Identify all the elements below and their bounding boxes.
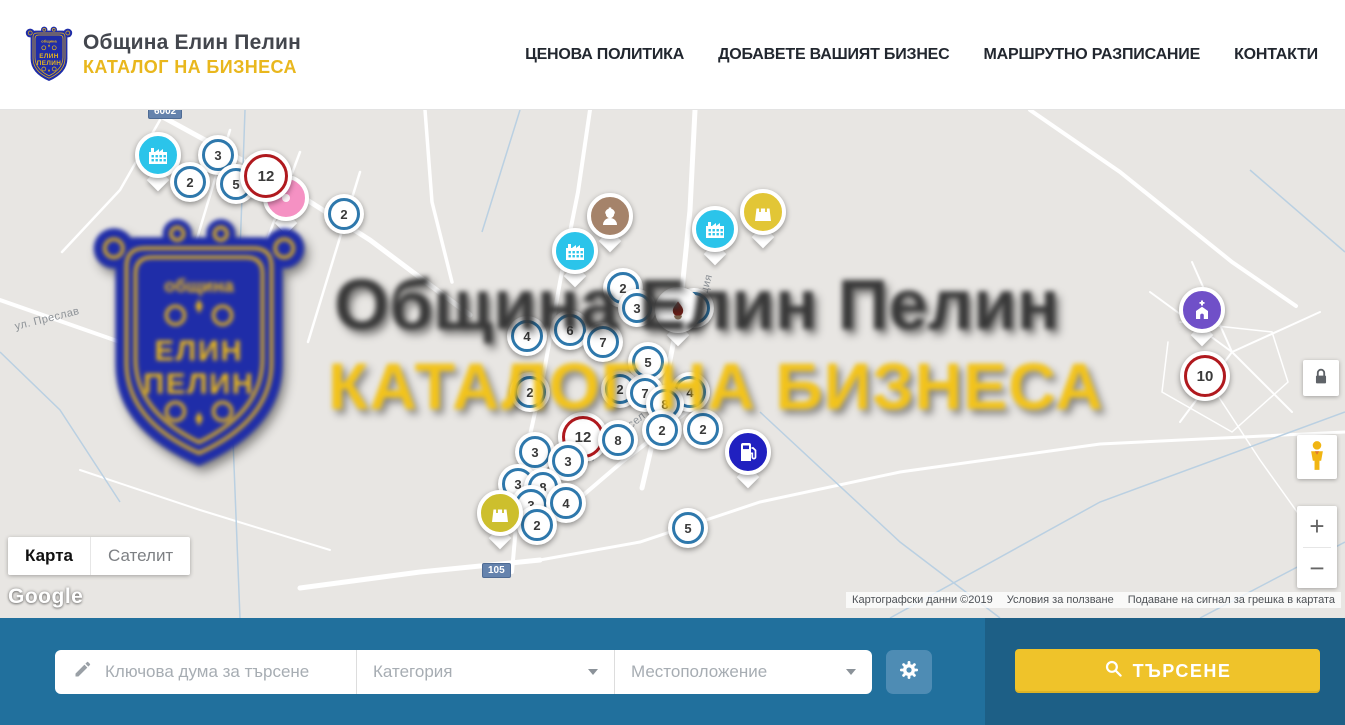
map-data-copyright: Картографски данни ©2019: [852, 594, 993, 606]
map-marker-pin-bag[interactable]: [477, 490, 523, 536]
map-marker-pin-factory[interactable]: [692, 206, 738, 252]
terms-of-use-link[interactable]: Условия за ползване: [1007, 594, 1114, 606]
zoom-in-button[interactable]: +: [1297, 506, 1337, 547]
advanced-settings-button[interactable]: [886, 650, 932, 694]
google-map[interactable]: 6002105ул. Преславбул. „Новоселция325122…: [0, 110, 1345, 618]
gear-icon: [897, 658, 921, 685]
map-marker-cluster[interactable]: 2: [510, 372, 550, 412]
search-bar: Категория Местоположение ТЪРСЕНЕ: [0, 618, 1345, 725]
site-subtitle: КАТАЛОГ НА БИЗНЕСА: [83, 57, 301, 78]
map-marker-cluster[interactable]: 7: [583, 322, 623, 362]
map-marker-cluster[interactable]: 2: [324, 194, 364, 234]
search-icon: [1104, 659, 1123, 683]
map-marker-cluster[interactable]: 10: [1180, 351, 1230, 401]
map-marker-pin-bag[interactable]: [740, 189, 786, 235]
nav-route-schedule[interactable]: МАРШРУТНО РАЗПИСАНИЕ: [984, 46, 1201, 64]
map-marker-cluster[interactable]: 2: [642, 410, 682, 450]
keyword-field-wrap: [55, 650, 356, 694]
map-attribution: Картографски данни ©2019 Условия за полз…: [846, 592, 1341, 608]
chevron-down-icon: [846, 669, 856, 675]
map-marker-cluster[interactable]: 5: [668, 508, 708, 548]
category-select[interactable]: Категория: [356, 650, 614, 694]
map-marker-cluster[interactable]: 12: [240, 150, 292, 202]
map-type-satellite-button[interactable]: Сателит: [90, 537, 190, 575]
municipality-crest-logo: община ЕЛИН ПЕЛИН: [25, 24, 73, 86]
nav-pricing-policy[interactable]: ЦЕНОВА ПОЛИТИКА: [525, 46, 684, 64]
lock-icon: [1310, 366, 1332, 391]
search-button-label: ТЪРСЕНЕ: [1133, 661, 1232, 682]
map-marker-cluster[interactable]: 3: [618, 289, 656, 327]
map-marker-cluster[interactable]: 8: [598, 420, 638, 460]
map-marker-cluster[interactable]: 2: [170, 162, 210, 202]
map-marker-pin-church[interactable]: [1179, 287, 1225, 333]
chevron-down-icon: [588, 669, 598, 675]
site-title: Община Елин Пелин: [83, 31, 301, 55]
site-header: община ЕЛИН ПЕЛИН Община Елин Пелин КАТА…: [0, 0, 1345, 110]
nav-contacts[interactable]: КОНТАКТИ: [1234, 46, 1318, 64]
search-input-group: Категория Местоположение: [55, 650, 872, 694]
report-map-error-link[interactable]: Подаване на сигнал за грешка в картата: [1128, 594, 1335, 606]
search-submit-button[interactable]: ТЪРСЕНЕ: [1015, 649, 1320, 693]
location-select[interactable]: Местоположение: [614, 650, 872, 694]
map-type-map-button[interactable]: Карта: [8, 537, 90, 575]
street-view-pegman-button[interactable]: [1297, 435, 1337, 479]
svg-text:община: община: [41, 38, 57, 43]
pegman-icon: [1304, 440, 1330, 475]
svg-text:ЕЛИН: ЕЛИН: [39, 52, 59, 59]
svg-text:ПЕЛИН: ПЕЛИН: [37, 60, 62, 67]
google-logo[interactable]: Google: [8, 585, 83, 609]
map-marker-cluster[interactable]: 2: [517, 505, 557, 545]
zoom-out-button[interactable]: −: [1297, 548, 1337, 589]
lock-control-button[interactable]: [1303, 360, 1339, 396]
keyword-search-input[interactable]: [105, 662, 342, 682]
nav-add-your-business[interactable]: ДОБАВЕТЕ ВАШИЯТ БИЗНЕС: [718, 46, 949, 64]
map-marker-layer: 325122235647522748221283338342510: [0, 110, 1345, 618]
zoom-control: + −: [1297, 506, 1337, 588]
brand[interactable]: община ЕЛИН ПЕЛИН Община Елин Пелин КАТА…: [25, 24, 301, 86]
location-select-value: Местоположение: [631, 662, 767, 682]
map-marker-pin-flame[interactable]: [655, 287, 701, 333]
map-marker-pin-factory[interactable]: [552, 228, 598, 274]
map-marker-cluster[interactable]: 2: [683, 409, 723, 449]
map-marker-pin-fuel[interactable]: [725, 429, 771, 475]
category-select-value: Категория: [373, 662, 452, 682]
map-type-control: Карта Сателит: [8, 537, 190, 575]
map-marker-cluster[interactable]: 4: [507, 316, 547, 356]
main-nav: ЦЕНОВА ПОЛИТИКА ДОБАВЕТЕ ВАШИЯТ БИЗНЕС М…: [525, 46, 1320, 64]
pencil-icon: [73, 659, 93, 684]
